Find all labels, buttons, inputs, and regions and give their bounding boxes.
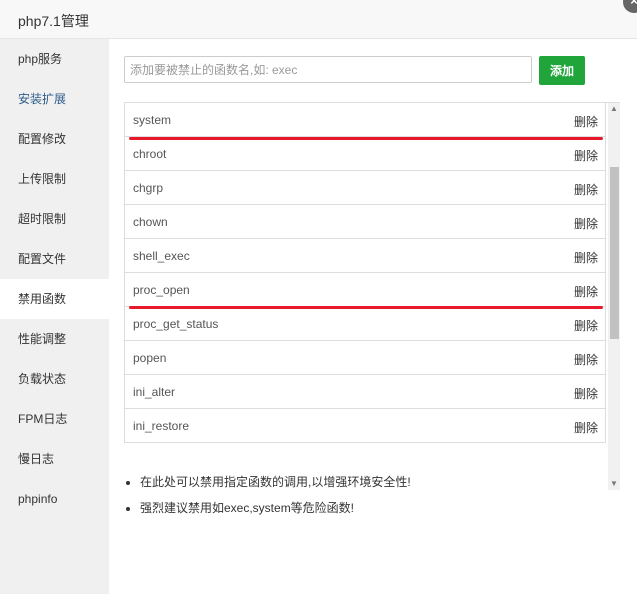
function-name: shell_exec (133, 249, 190, 263)
table-row: ini_alter 删除 (125, 375, 606, 409)
delete-button[interactable]: 删除 (574, 181, 598, 198)
sidebar-item-upload-limit[interactable]: 上传限制 (0, 159, 109, 199)
sidebar-item-performance[interactable]: 性能调整 (0, 319, 109, 359)
disabled-functions-list: system 删除 chroot 删除 chgrp 删除 chown 删除 sh… (124, 102, 620, 490)
function-name: chgrp (133, 181, 164, 195)
delete-button[interactable]: 删除 (574, 419, 598, 436)
delete-button[interactable]: 删除 (574, 283, 598, 300)
sidebar-item-config-file[interactable]: 配置文件 (0, 239, 109, 279)
table-row: chgrp 删除 (125, 171, 606, 205)
function-name: proc_get_status (133, 317, 219, 331)
delete-button[interactable]: 删除 (574, 215, 598, 232)
table-row: chroot 删除 (125, 137, 606, 171)
sidebar-item-load-status[interactable]: 负载状态 (0, 359, 109, 399)
function-name: proc_open (133, 283, 190, 297)
window-title: php7.1管理 (18, 13, 89, 29)
function-name: chown (133, 215, 168, 229)
delete-button[interactable]: 删除 (574, 147, 598, 164)
table-row: popen 删除 (125, 341, 606, 375)
table-row: shell_exec 删除 (125, 239, 606, 273)
delete-button[interactable]: 删除 (574, 113, 598, 130)
function-table: system 删除 chroot 删除 chgrp 删除 chown 删除 sh… (124, 103, 606, 443)
sidebar-item-phpinfo[interactable]: phpinfo (0, 479, 109, 519)
window-titlebar: php7.1管理 (0, 0, 637, 39)
scrollbar-thumb[interactable] (610, 167, 619, 339)
sidebar-item-install-extension[interactable]: 安装扩展 (0, 79, 109, 119)
function-name-input[interactable] (124, 56, 532, 83)
function-name: system (133, 113, 172, 127)
function-name: ini_restore (133, 419, 190, 433)
table-row: proc_get_status 删除 (125, 307, 606, 341)
help-note: 在此处可以禁用指定函数的调用,以增强环境安全性! (140, 469, 620, 495)
table-row: system 删除 (125, 103, 606, 140)
sidebar-item-slow-log[interactable]: 慢日志 (0, 439, 109, 479)
delete-button[interactable]: 删除 (574, 249, 598, 266)
function-name: chroot (133, 147, 167, 161)
sidebar-item-fpm-log[interactable]: FPM日志 (0, 399, 109, 439)
delete-button[interactable]: 删除 (574, 385, 598, 402)
help-note: 强烈建议禁用如exec,system等危险函数! (140, 495, 620, 521)
table-row: chown 删除 (125, 205, 606, 239)
main-panel: 添加 system 删除 chroot 删除 chgrp 删除 chown 删除… (109, 39, 637, 594)
delete-button[interactable]: 删除 (574, 317, 598, 334)
function-name: ini_alter (133, 385, 176, 399)
sidebar-item-php-service[interactable]: php服务 (0, 39, 109, 79)
sidebar-item-disabled-functions[interactable]: 禁用函数 (0, 279, 109, 319)
scroll-up-icon[interactable]: ▲ (608, 103, 620, 115)
sidebar: php服务 安装扩展 配置修改 上传限制 超时限制 配置文件 禁用函数 性能调整… (0, 39, 109, 594)
sidebar-item-config-edit[interactable]: 配置修改 (0, 119, 109, 159)
help-notes: 在此处可以禁用指定函数的调用,以增强环境安全性! 强烈建议禁用如exec,sys… (124, 469, 620, 521)
table-row: proc_open 删除 (125, 273, 606, 309)
sidebar-item-timeout-limit[interactable]: 超时限制 (0, 199, 109, 239)
table-row: ini_restore 删除 (125, 409, 606, 443)
list-scrollbar[interactable]: ▲ ▼ (608, 103, 620, 490)
add-button[interactable]: 添加 (539, 56, 585, 85)
delete-button[interactable]: 删除 (574, 351, 598, 368)
function-name: popen (133, 351, 167, 365)
